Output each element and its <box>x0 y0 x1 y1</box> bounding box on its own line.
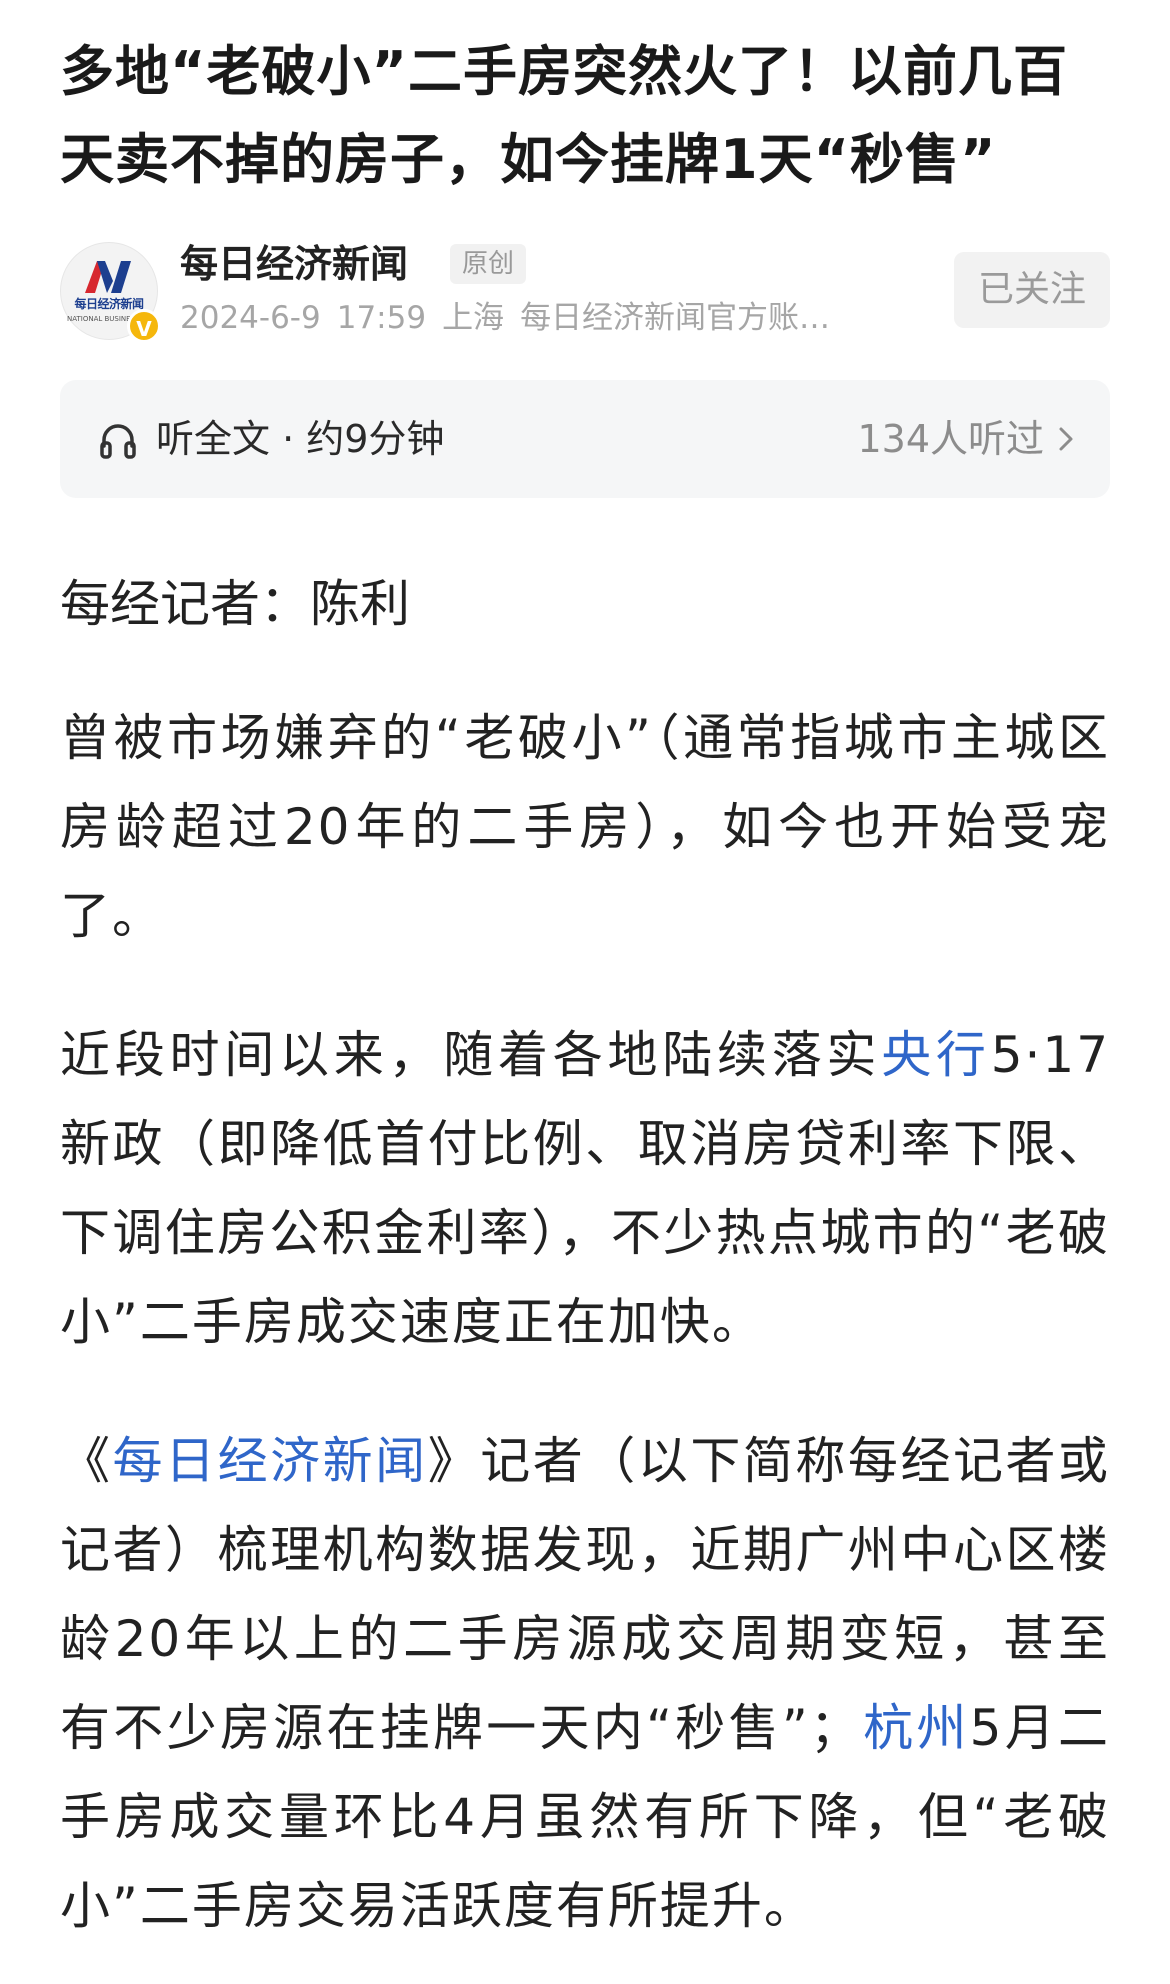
publish-date: 2024-6-9 <box>180 300 321 336</box>
verified-badge-icon: V <box>127 309 161 343</box>
paragraph-2-text-a: 近段时间以来，随着各地陆续落实 <box>60 1026 882 1084</box>
central-bank-link[interactable]: 央行 <box>881 1026 991 1084</box>
author-avatar[interactable]: 每日经济新闻 NATIONAL BUSINESS DAILY V <box>60 242 161 343</box>
listen-full-text-bar[interactable]: 听全文 · 约9分钟 134人听过 <box>60 380 1110 498</box>
paragraph-3-text-a: 《 <box>60 1432 113 1490</box>
hangzhou-link[interactable]: 杭州 <box>862 1699 970 1757</box>
paragraph-2: 近段时间以来，随着各地陆续落实央行5·17新政（即降低首付比例、取消房贷利率下限… <box>60 1011 1110 1367</box>
publish-location: 上海 <box>442 300 505 336</box>
article-page: 多地“老破小”二手房突然火了！以前几百天卖不掉的房子，如今挂牌1天“秒售” 每日… <box>60 28 1110 1951</box>
original-tag: 原创 <box>450 244 527 284</box>
reporter-byline: 每经记者：陈利 <box>60 575 410 633</box>
chevron-right-icon <box>1059 427 1073 451</box>
account-description: 每日经济新闻官方账… <box>520 300 831 336</box>
publish-meta: 2024-6-9 17:59 上海 每日经济新闻官方账… <box>180 296 846 340</box>
headphone-icon <box>100 424 136 459</box>
nbd-link[interactable]: 每日经济新闻 <box>113 1432 428 1490</box>
listen-label: 听全文 · 约9分钟 <box>156 417 445 461</box>
newspaper-logo-icon <box>85 261 131 293</box>
article-title: 多地“老破小”二手房突然火了！以前几百天卖不掉的房子，如今挂牌1天“秒售” <box>60 40 1068 191</box>
publish-time: 17:59 <box>336 300 427 336</box>
author-row: 每日经济新闻 NATIONAL BUSINESS DAILY V 每日经济新闻 … <box>60 236 1110 344</box>
author-name[interactable]: 每日经济新闻 <box>180 236 408 292</box>
listen-count: 134人听过 <box>857 417 1044 461</box>
paragraph-3: 《每日经济新闻》记者（以下简称每经记者或记者）梳理机构数据发现，近期广州中心区楼… <box>60 1417 1110 1951</box>
paragraph-1: 曾被市场嫌弃的“老破小”（通常指城市主城区房龄超过20年的二手房），如今也开始受… <box>60 709 1110 945</box>
follow-button[interactable]: 已关注 <box>954 252 1110 328</box>
